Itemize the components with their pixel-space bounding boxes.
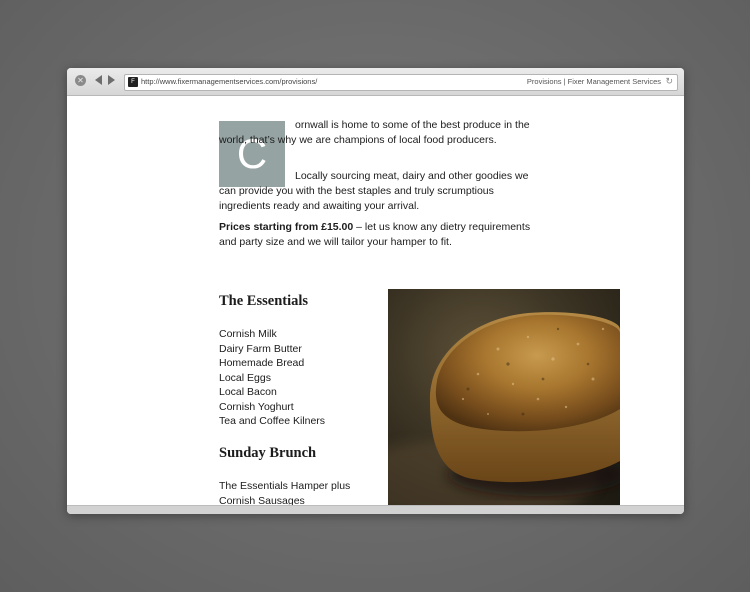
hamper-title-essentials: The Essentials: [219, 293, 309, 309]
intro-text-1: ornwall is home to some of the best prod…: [219, 119, 530, 146]
list-item: Local Eggs: [219, 371, 271, 384]
list-item: The Essentials Hamper plus: [219, 480, 351, 492]
hamper-title-brunch: Sunday Brunch: [219, 445, 317, 461]
intro-paragraph-2: Locally sourcing meat, dairy and other g…: [219, 169, 535, 214]
back-arrow-icon[interactable]: [94, 75, 103, 85]
list-item: Local Bacon: [219, 386, 277, 398]
price-paragraph: Prices starting from £15.00 – let us kno…: [219, 220, 537, 250]
hamper-list-essentials: Cornish Milk Dairy Farm Butter Homemade …: [219, 327, 325, 429]
hamper-list-brunch: The Essentials Hamper plus Cornish Sausa…: [219, 479, 350, 506]
address-bar[interactable]: F http://www.fixermanagementservices.com…: [124, 74, 678, 91]
list-item: Cornish Milk: [219, 328, 277, 340]
intro-paragraph-1: ornwall is home to some of the best prod…: [219, 118, 535, 148]
list-item: Dairy Farm Butter: [219, 342, 302, 355]
url-text[interactable]: http://www.fixermanagementservices.com/p…: [141, 77, 317, 86]
browser-toolbar: ✕ F http://www.fixermanagementservices.c…: [67, 68, 684, 96]
forward-arrow-icon[interactable]: [107, 75, 116, 85]
bread-photo: [388, 289, 620, 505]
page-viewport[interactable]: C ornwall is home to some of the best pr…: [67, 96, 684, 506]
reload-icon[interactable]: ↻: [665, 76, 673, 87]
status-bar: [67, 505, 684, 514]
list-item: Cornish Yoghurt: [219, 400, 294, 413]
favicon-icon: F: [128, 77, 138, 87]
browser-window: ✕ F http://www.fixermanagementservices.c…: [67, 68, 684, 514]
intro-text-2: Locally sourcing meat, dairy and other g…: [219, 170, 529, 212]
close-icon[interactable]: ✕: [75, 75, 86, 86]
price-bold: Prices starting from £15.00: [219, 221, 354, 233]
page-title: Provisions | Fixer Management Services: [526, 77, 661, 86]
list-item: Homemade Bread: [219, 357, 305, 369]
list-item: Tea and Coffee Kilners: [219, 415, 326, 427]
